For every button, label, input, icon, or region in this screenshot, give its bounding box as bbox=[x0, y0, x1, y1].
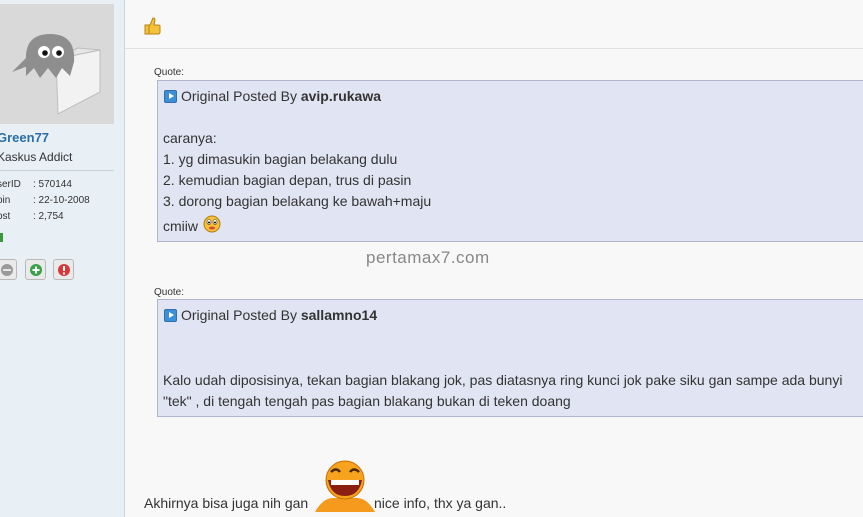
offline-icon bbox=[1, 264, 13, 276]
user-stat-userid: serID : 570144 bbox=[0, 179, 72, 190]
report-post-button[interactable] bbox=[53, 259, 74, 280]
user-title: Kaskus Addict bbox=[0, 150, 73, 164]
quote-prefix: Original Posted By bbox=[181, 307, 297, 323]
give-reputation-button[interactable] bbox=[25, 259, 46, 280]
quote-box: Original Posted By avip.rukawa caranya: … bbox=[157, 80, 863, 242]
user-stat-post: ost : 2,754 bbox=[0, 211, 64, 222]
thumbs-up-icon bbox=[144, 17, 161, 35]
post-content: Quote: Original Posted By avip.rukawa ca… bbox=[125, 0, 863, 517]
divider bbox=[125, 48, 863, 49]
divider bbox=[0, 170, 114, 171]
quote-line: 2. kemudian bagian depan, trus di pasin bbox=[163, 172, 412, 188]
quote-box: Original Posted By sallamno14 Kalo udah … bbox=[157, 299, 863, 417]
quote-line: "tek" , di tengah tengah pas bagian blak… bbox=[163, 393, 571, 409]
alert-icon bbox=[58, 264, 70, 276]
reply-text: Akhirnya bisa juga nih gan nice info, th… bbox=[144, 495, 506, 511]
view-post-icon[interactable] bbox=[164, 90, 177, 103]
quote-line: 3. dorong bagian belakang ke bawah+maju bbox=[163, 193, 432, 209]
reply-text-start: Akhirnya bisa juga nih gan bbox=[144, 495, 309, 511]
quote-prefix: Original Posted By bbox=[181, 88, 297, 104]
quote-author: avip.rukawa bbox=[300, 88, 381, 104]
stat-label: serID bbox=[0, 179, 21, 190]
avatar[interactable] bbox=[0, 4, 114, 124]
user-stat-join: oin : 22-10-2008 bbox=[0, 195, 90, 206]
quote-line: caranya: bbox=[163, 130, 217, 146]
user-info-panel: Green77 Kaskus Addict serID : 570144 oin:… bbox=[0, 0, 125, 517]
reputation-bar bbox=[0, 233, 3, 242]
reply-text-end: nice info, thx ya gan.. bbox=[374, 495, 507, 511]
quote-line: cmiiw bbox=[163, 215, 222, 234]
quote-label: Quote: bbox=[154, 67, 185, 78]
default-avatar-icon bbox=[0, 4, 114, 124]
stat-value: : 22-10-2008 bbox=[33, 195, 90, 206]
offline-status-button[interactable] bbox=[0, 259, 17, 280]
quote-header: Original Posted By sallamno14 bbox=[164, 307, 377, 323]
quote-author: sallamno14 bbox=[300, 307, 378, 323]
username[interactable]: Green77 bbox=[0, 130, 49, 145]
quote-text: cmiiw bbox=[163, 218, 198, 234]
plus-icon bbox=[30, 264, 42, 276]
embarrassed-smiley-icon bbox=[203, 215, 221, 233]
stat-value: : 2,754 bbox=[33, 211, 64, 222]
stat-label: oin bbox=[0, 195, 11, 206]
watermark: pertamax7.com bbox=[366, 248, 490, 267]
quote-line: 1. yg dimasukin bagian belakang dulu bbox=[163, 151, 398, 167]
stat-value: : 570144 bbox=[33, 179, 72, 190]
quote-header: Original Posted By avip.rukawa bbox=[164, 88, 381, 104]
stat-label: ost bbox=[0, 211, 11, 222]
view-post-icon[interactable] bbox=[164, 309, 177, 322]
quote-label: Quote: bbox=[154, 287, 185, 298]
quote-line: Kalo udah diposisinya, tekan bagian blak… bbox=[163, 372, 843, 388]
